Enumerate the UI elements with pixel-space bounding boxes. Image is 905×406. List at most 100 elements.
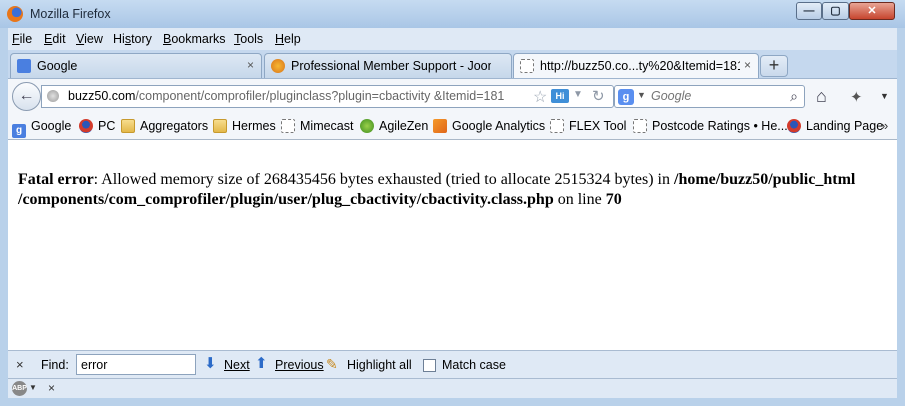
adblock-dropdown-icon[interactable]: ▼ xyxy=(29,383,37,392)
highlighter-icon[interactable]: ✎ xyxy=(326,356,338,372)
url-dropdown-icon[interactable]: ▼ xyxy=(573,89,583,100)
menu-bookmarks-label: ookmarks xyxy=(171,32,226,46)
menu-bar: File Edit View History Bookmarks Tools H… xyxy=(8,28,897,50)
bookmark-mimecast[interactable]: Mimecast xyxy=(281,119,353,133)
site-identity-icon[interactable] xyxy=(47,90,59,102)
google-favicon-icon xyxy=(17,59,31,73)
reload-icon[interactable]: ↻ xyxy=(592,87,605,105)
menu-file[interactable]: File xyxy=(12,32,32,46)
find-input[interactable] xyxy=(76,354,196,375)
tab-label: http://buzz50.co...ty%20&Itemid=181 xyxy=(540,59,740,73)
joomla-favicon-icon xyxy=(271,59,285,73)
menu-bookmarks[interactable]: Bookmarks xyxy=(163,32,226,46)
folder-icon xyxy=(121,119,135,133)
bookmark-label: Aggregators xyxy=(140,119,209,133)
navigation-toolbar: ← buzz50.com/component/comprofiler/plugi… xyxy=(8,78,897,114)
addon-toolbar-icon[interactable]: ✦ xyxy=(850,88,863,106)
menu-history-pre: Hi xyxy=(113,32,125,46)
tab-google[interactable]: Google × xyxy=(10,53,262,78)
search-engine-dropdown-icon[interactable]: ▼ xyxy=(637,90,646,100)
minimize-button[interactable]: — xyxy=(796,2,822,20)
menu-history[interactable]: History xyxy=(113,32,152,46)
blank-page-icon xyxy=(281,119,295,133)
bookmark-google[interactable]: g Google xyxy=(12,119,71,138)
bookmark-label: Postcode Ratings • He... xyxy=(652,119,788,133)
bookmark-postcode-ratings[interactable]: Postcode Ratings • He... xyxy=(633,119,788,133)
hi-addon-icon[interactable]: Hi xyxy=(551,89,569,103)
bookmark-google-analytics[interactable]: Google Analytics xyxy=(433,119,545,133)
url-bar[interactable]: buzz50.com/component/comprofiler/pluginc… xyxy=(41,85,614,108)
search-bar[interactable]: g ▼ ⌕ xyxy=(614,85,805,108)
menu-help-accel: H xyxy=(275,32,285,46)
php-error-message: Fatal error: Allowed memory size of 2684… xyxy=(18,170,888,210)
find-previous-button[interactable]: Previous xyxy=(275,358,324,372)
error-line-number: 70 xyxy=(605,191,622,208)
tab-close-icon[interactable]: × xyxy=(247,58,254,72)
bookmark-flex-tool[interactable]: FLEX Tool xyxy=(550,119,626,133)
toolbar-menu-icon[interactable]: ▼ xyxy=(880,91,889,101)
agilezen-favicon-icon xyxy=(360,119,374,133)
blank-page-icon xyxy=(633,119,647,133)
add-on-bar-close-icon[interactable]: × xyxy=(48,381,55,395)
analytics-favicon-icon xyxy=(433,119,447,133)
bookmark-pc[interactable]: PC xyxy=(79,119,115,133)
arrow-down-icon[interactable]: ⬇ xyxy=(204,356,217,372)
find-next-button[interactable]: Next xyxy=(224,358,250,372)
find-next-label: Next xyxy=(224,358,250,372)
url-host: buzz50.com xyxy=(68,89,136,103)
match-case-label[interactable]: Match case xyxy=(442,358,506,372)
bookmark-landing-page[interactable]: Landing Page xyxy=(787,119,883,133)
folder-icon xyxy=(213,119,227,133)
url-text[interactable]: buzz50.com/component/comprofiler/pluginc… xyxy=(68,89,504,103)
search-input[interactable] xyxy=(647,87,785,105)
url-path: /component/comprofiler/pluginclass?plugi… xyxy=(135,89,505,103)
home-icon[interactable]: ⌂ xyxy=(816,87,827,105)
match-case-checkbox[interactable] xyxy=(423,359,436,372)
add-on-bar: ABP ▼ × xyxy=(8,378,897,398)
close-window-button[interactable]: ✕ xyxy=(849,2,895,20)
page-content: Fatal error: Allowed memory size of 2684… xyxy=(8,140,897,350)
tab-close-icon[interactable]: × xyxy=(744,58,751,72)
menu-tools[interactable]: Tools xyxy=(234,32,263,46)
adblock-plus-icon[interactable]: ABP xyxy=(12,381,27,396)
menu-edit[interactable]: Edit xyxy=(44,32,66,46)
menu-history-label: tory xyxy=(131,32,152,46)
maximize-button[interactable]: ▢ xyxy=(822,2,849,20)
bookmarks-toolbar: g Google PC Aggregators Hermes Mimecast A… xyxy=(8,114,897,140)
back-button[interactable]: ← xyxy=(12,82,41,111)
bookmark-label: Google Analytics xyxy=(452,119,546,133)
menu-file-accel: F xyxy=(12,32,20,46)
menu-view-label: iew xyxy=(84,32,103,46)
google-search-engine-icon[interactable]: g xyxy=(618,89,634,105)
blank-page-icon xyxy=(520,59,534,73)
bookmark-label: Mimecast xyxy=(300,119,354,133)
bookmark-label: Google xyxy=(31,119,72,133)
tab-label: Professional Member Support - Joom... xyxy=(291,59,491,73)
bookmark-label: PC xyxy=(98,119,116,133)
pc-favicon-icon xyxy=(79,119,93,133)
firefox-window: Mozilla Firefox — ▢ ✕ File Edit View His… xyxy=(0,0,905,406)
bookmark-agilezen[interactable]: AgileZen xyxy=(360,119,428,133)
error-line-prefix: on line xyxy=(553,191,606,208)
new-tab-button[interactable]: + xyxy=(760,55,788,77)
bookmark-star-icon[interactable]: ☆ xyxy=(533,87,547,107)
bookmarks-overflow-icon[interactable]: » xyxy=(881,118,888,133)
bookmark-folder-hermes[interactable]: Hermes xyxy=(213,119,276,133)
bookmark-label: FLEX Tool xyxy=(569,119,627,133)
bookmark-label: AgileZen xyxy=(379,119,429,133)
arrow-up-icon[interactable]: ⬆ xyxy=(255,356,268,372)
tab-joomla-support[interactable]: Professional Member Support - Joom... xyxy=(264,53,512,78)
tab-buzz50[interactable]: http://buzz50.co...ty%20&Itemid=181 × xyxy=(513,53,759,79)
menu-tools-label: ools xyxy=(240,32,264,46)
bookmark-folder-aggregators[interactable]: Aggregators xyxy=(121,119,208,133)
window-title: Mozilla Firefox xyxy=(30,7,111,21)
highlight-all-button[interactable]: Highlight all xyxy=(347,358,412,372)
menu-help[interactable]: Help xyxy=(275,32,301,46)
tab-strip: Google × Professional Member Support - J… xyxy=(8,50,897,79)
bookmark-label: Landing Page xyxy=(806,119,884,133)
search-icon[interactable]: ⌕ xyxy=(790,88,798,105)
bookmark-label: Hermes xyxy=(232,119,276,133)
menu-view[interactable]: View xyxy=(76,32,103,46)
menu-file-label: ile xyxy=(19,32,33,46)
find-bar-close-icon[interactable]: × xyxy=(16,357,24,372)
